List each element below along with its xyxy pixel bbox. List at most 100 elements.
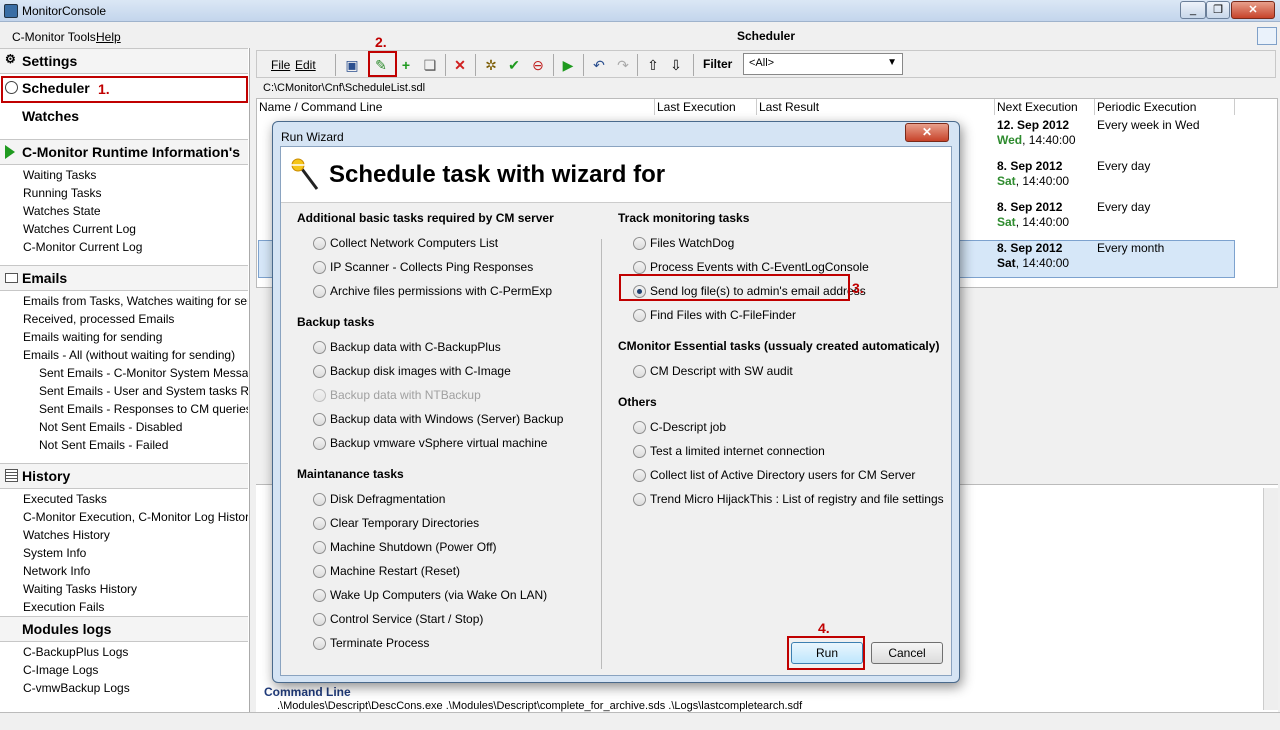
window-title: MonitorConsole [22,4,107,18]
radio-button[interactable] [313,261,326,274]
enable-icon[interactable]: ✔ [503,54,525,76]
sidebar-item-not-sent-disabled[interactable]: Not Sent Emails - Disabled [39,420,248,434]
redo-icon[interactable]: ↷ [612,54,634,76]
sidebar-item-watches-state[interactable]: Watches State [23,204,248,218]
radio-button[interactable] [313,565,326,578]
disable-icon[interactable]: ⊖ [527,54,549,76]
radio-button[interactable] [313,517,326,530]
cancel-button[interactable]: Cancel [871,642,943,664]
copy-icon[interactable]: ❏ [419,54,441,76]
sidebar-item-executed-tasks[interactable]: Executed Tasks [23,492,248,506]
annotation-box-4 [787,636,865,670]
radio-button[interactable] [313,589,326,602]
details-scrollbar[interactable] [1263,488,1278,710]
sidebar-modules-header[interactable]: Modules logs [0,616,248,642]
column-header-last-result[interactable]: Last Result [757,99,995,115]
radio-button[interactable] [633,469,646,482]
move-up-icon[interactable]: ⇧ [642,54,664,76]
radio-button[interactable] [633,493,646,506]
sidebar-settings[interactable]: ⚙ Settings [0,48,248,74]
move-down-icon[interactable]: ⇩ [665,54,687,76]
save-icon[interactable]: ▣ [341,54,363,76]
sidebar-item-cbackupplus-logs[interactable]: C-BackupPlus Logs [23,645,248,659]
restore-button[interactable]: ❐ [1206,1,1230,19]
column-header-last-execution[interactable]: Last Execution [655,99,757,115]
radio-button[interactable] [313,341,326,354]
sidebar-item-emails-waiting-sending[interactable]: Emails waiting for sending [23,330,248,344]
add-icon[interactable]: + [395,54,417,76]
filter-value: <All> [749,57,775,69]
sidebar-item-sent-responses[interactable]: Sent Emails - Responses to CM queries [39,402,248,416]
option-label: IP Scanner - Collects Ping Responses [330,260,534,274]
radio-button[interactable] [633,309,646,322]
sidebar-settings-label: Settings [22,53,78,69]
toolbar-separator [637,54,638,76]
radio-button[interactable] [313,613,326,626]
radio-button[interactable] [313,237,326,250]
radio-button[interactable] [633,421,646,434]
settings-icon[interactable]: ✲ [480,54,502,76]
group-essential-tasks: CMonitor Essential tasks (ussualy create… [618,339,940,353]
sidebar-item-system-info[interactable]: System Info [23,546,248,560]
option-label: Disk Defragmentation [330,492,446,506]
radio-button[interactable] [313,637,326,650]
column-header-next-execution[interactable]: Next Execution [995,99,1095,115]
toolbar: File Edit ▣ ✎ + ❏ ✕ ✲ ✔ ⊖ ▶ ↶ ↷ ⇧ ⇩ Filt… [256,50,1276,78]
radio-button[interactable] [313,285,326,298]
radio-button[interactable] [313,437,326,450]
radio-button[interactable] [313,413,326,426]
sidebar-item-sent-results[interactable]: Sent Emails - User and System tasks Resu… [39,384,248,398]
run-icon[interactable]: ▶ [557,54,579,76]
minimize-button[interactable]: _ [1180,1,1206,19]
group-backup-tasks: Backup tasks [297,315,375,329]
sidebar-item-received-emails[interactable]: Received, processed Emails [23,312,248,326]
undo-icon[interactable]: ↶ [588,54,610,76]
filter-select[interactable]: <All> ▼ [743,53,903,75]
column-header-periodic-execution[interactable]: Periodic Execution [1095,99,1235,115]
menu-help[interactable]: Help [96,30,121,44]
radio-button[interactable] [633,261,646,274]
radio-button[interactable] [633,445,646,458]
menu-tools[interactable]: C-Monitor Tools [12,30,96,44]
sidebar-item-waiting-tasks[interactable]: Waiting Tasks [23,168,248,182]
sidebar-item-cvmwbackup-logs[interactable]: C-vmwBackup Logs [23,681,248,695]
sidebar-item-sent-system[interactable]: Sent Emails - C-Monitor System Messages [39,366,248,380]
sidebar-item-running-tasks[interactable]: Running Tasks [23,186,248,200]
close-button[interactable]: ✕ [1231,1,1275,19]
radio-button[interactable] [633,237,646,250]
dialog-close-button[interactable]: ✕ [905,123,949,142]
sidebar-item-cimage-logs[interactable]: C-Image Logs [23,663,248,677]
sidebar-item-not-sent-failed[interactable]: Not Sent Emails - Failed [39,438,248,452]
sidebar-item-network-info[interactable]: Network Info [23,564,248,578]
sidebar-item-cmonitor-current-log[interactable]: C-Monitor Current Log [23,240,248,254]
option-label: Machine Shutdown (Power Off) [330,540,497,554]
sidebar-item-watches-current-log[interactable]: Watches Current Log [23,222,248,236]
row-next-clock: , 14:40:00 [1022,133,1076,147]
radio-button[interactable] [313,493,326,506]
brand-logo [1257,27,1277,45]
menu-edit[interactable]: Edit [295,58,316,72]
sidebar-history-header[interactable]: History [0,463,248,489]
radio-button[interactable] [313,541,326,554]
sidebar-item-execution-fails[interactable]: Execution Fails [23,600,248,614]
option-label: Wake Up Computers (via Wake On LAN) [330,588,548,602]
sidebar-item-watches-history[interactable]: Watches History [23,528,248,542]
sidebar-item-execution-log-history[interactable]: C-Monitor Execution, C-Monitor Log Histo… [23,510,248,524]
command-line-heading: Command Line [264,685,351,699]
sidebar-emails-header[interactable]: Emails [0,265,248,291]
sidebar-item-waiting-tasks-history[interactable]: Waiting Tasks History [23,582,248,596]
row-period: Every day [1097,200,1151,214]
list-icon [5,469,18,482]
column-header-name[interactable]: Name / Command Line [257,99,655,115]
option-label: Trend Micro HijackThis : List of registr… [650,492,944,506]
sidebar-item-emails-all[interactable]: Emails - All (without waiting for sendin… [23,348,248,362]
menu-file[interactable]: File [271,58,290,72]
sidebar-watches[interactable]: Watches [22,108,247,124]
delete-icon[interactable]: ✕ [449,54,471,76]
radio-button[interactable] [633,365,646,378]
radio-button[interactable] [313,365,326,378]
sidebar-runtime-header[interactable]: C-Monitor Runtime Information's [0,139,248,165]
option-label: Files WatchDog [650,236,735,250]
run-wizard-dialog: Run Wizard ✕ Schedule task with wizard f… [272,121,960,683]
sidebar-item-emails-waiting[interactable]: Emails from Tasks, Watches waiting for s… [23,294,248,308]
